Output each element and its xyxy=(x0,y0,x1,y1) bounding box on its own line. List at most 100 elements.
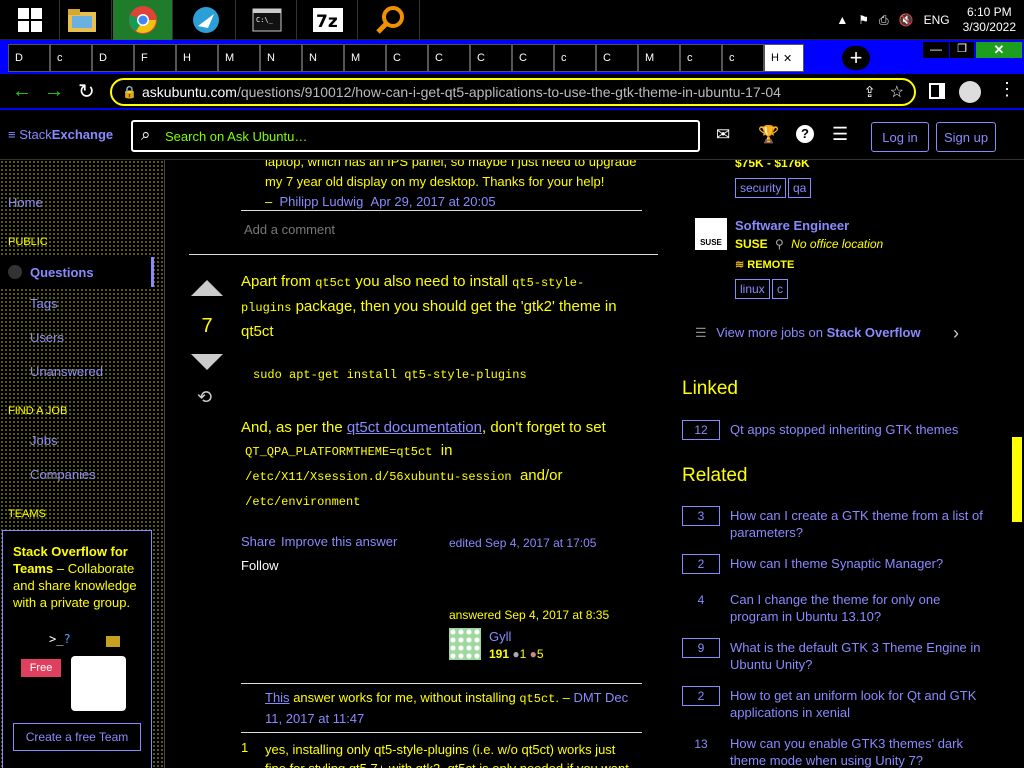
browser-tab-active[interactable]: H ✕ xyxy=(764,44,804,72)
chevron-right-icon[interactable]: › xyxy=(953,323,959,344)
browser-tab[interactable]: c xyxy=(50,44,92,72)
browser-tab[interactable]: N xyxy=(302,44,344,72)
view-more-jobs-link[interactable]: ☰ View more jobs on Stack Overflow xyxy=(695,325,921,341)
nav-questions[interactable]: Questions xyxy=(0,257,154,287)
linked-question[interactable]: Qt apps stopped inheriting GTK themes xyxy=(730,421,1005,438)
site-search-input[interactable]: ⌕ Search on Ask Ubuntu… xyxy=(131,120,700,152)
nav-tags[interactable]: Tags xyxy=(30,296,57,311)
browser-tab[interactable]: N xyxy=(260,44,302,72)
browser-tab[interactable]: F xyxy=(134,44,176,72)
browser-tab[interactable]: M xyxy=(638,44,680,72)
close-window-button[interactable]: ✕ xyxy=(976,42,1022,58)
linked-count[interactable]: 12 xyxy=(682,420,720,440)
browser-tab[interactable]: c xyxy=(722,44,764,72)
chevron-up-icon[interactable]: ▲ xyxy=(836,13,848,27)
browser-menu-icon[interactable]: ⋮ xyxy=(998,79,1016,100)
nav-users[interactable]: Users xyxy=(30,330,64,345)
edited-link[interactable]: edited Sep 4, 2017 at 17:05 xyxy=(449,536,596,550)
browser-tab[interactable]: C xyxy=(470,44,512,72)
help-icon[interactable]: ? xyxy=(796,125,814,143)
related-count[interactable]: 4 xyxy=(682,590,720,610)
browser-tab[interactable]: C xyxy=(596,44,638,72)
comment-author[interactable]: DMT Dec xyxy=(573,690,628,705)
related-question[interactable]: How can you enable GTK3 themes' dark them… xyxy=(730,735,1005,768)
related-question[interactable]: How can I theme Synaptic Manager? xyxy=(730,555,1005,572)
url-field[interactable]: 🔒 askubuntu.com/questions/910012/how-can… xyxy=(110,78,916,106)
add-comment-link[interactable]: Add a comment xyxy=(244,222,335,237)
flag-icon[interactable]: ⚑ xyxy=(858,13,869,27)
related-question[interactable]: Can I change the theme for only one progr… xyxy=(730,591,1005,625)
minimize-button[interactable]: — xyxy=(923,42,949,58)
maximize-button[interactable]: ❐ xyxy=(950,42,974,58)
search-app[interactable] xyxy=(360,0,420,40)
qt5ct-docs-link[interactable]: qt5ct documentation xyxy=(347,419,482,436)
clock[interactable]: 6:10 PM 3/30/2022 xyxy=(963,5,1016,35)
scrollbar-thumb[interactable] xyxy=(1012,437,1022,522)
nav-companies[interactable]: Companies xyxy=(30,467,96,482)
nav-home[interactable]: Home xyxy=(8,195,43,210)
sidebar-toggle-icon[interactable] xyxy=(929,83,945,99)
login-button[interactable]: Log in xyxy=(871,122,929,152)
network-icon[interactable]: ⎙ xyxy=(879,13,889,28)
related-question[interactable]: How can I create a GTK theme from a list… xyxy=(730,507,1005,541)
browser-tab[interactable]: H xyxy=(176,44,218,72)
signup-button[interactable]: Sign up xyxy=(936,122,996,152)
browser-tab[interactable]: M xyxy=(218,44,260,72)
related-question[interactable]: What is the default GTK 3 Theme Engine i… xyxy=(730,639,1005,673)
tag-linux[interactable]: linux xyxy=(735,279,770,299)
volume-muted-icon[interactable]: 🔇 xyxy=(899,13,914,27)
nav-jobs[interactable]: Jobs xyxy=(30,433,57,448)
history-icon[interactable]: ⟲ xyxy=(197,387,212,408)
related-count[interactable]: 2 xyxy=(682,686,720,706)
comment-author[interactable]: Philipp Ludwig xyxy=(279,194,363,209)
trophy-icon[interactable]: 🏆 xyxy=(758,125,779,145)
site-switcher-icon[interactable]: ☰ xyxy=(832,124,848,145)
user-name[interactable]: Gyll xyxy=(489,629,511,644)
comment-link[interactable]: This xyxy=(265,690,290,705)
bookmark-star-icon[interactable]: ☆ xyxy=(890,82,904,102)
browser-tab[interactable]: c xyxy=(680,44,722,72)
browser-tab[interactable]: c xyxy=(554,44,596,72)
file-explorer-app[interactable] xyxy=(52,0,112,40)
inbox-icon[interactable]: ✉ xyxy=(716,125,730,145)
related-count[interactable]: 2 xyxy=(682,554,720,574)
new-tab-button[interactable]: + xyxy=(842,45,870,70)
browser-tab[interactable]: C xyxy=(386,44,428,72)
share-link[interactable]: Share xyxy=(241,534,276,549)
improve-answer-link[interactable]: Improve this answer xyxy=(281,534,397,549)
job-title[interactable]: Software Engineer xyxy=(735,218,849,233)
terminal-app[interactable]: C:\_ xyxy=(237,0,297,40)
reload-icon[interactable]: ↻ xyxy=(78,79,95,104)
stackexchange-logo[interactable]: ≡ StackExchange xyxy=(8,127,113,142)
browser-tab[interactable]: C xyxy=(512,44,554,72)
browser-tab[interactable]: C xyxy=(428,44,470,72)
comment-date[interactable]: 11, 2017 at 11:47 xyxy=(265,709,645,728)
downvote-button[interactable] xyxy=(191,354,223,370)
tag-c[interactable]: c xyxy=(772,279,788,299)
profile-avatar-icon[interactable] xyxy=(959,81,981,103)
chrome-app[interactable] xyxy=(113,0,173,40)
create-team-button[interactable]: Create a free Team xyxy=(13,723,141,751)
tag-security[interactable]: security xyxy=(735,178,787,198)
language-indicator[interactable]: ENG xyxy=(924,13,950,27)
browser-tab[interactable]: D xyxy=(92,44,134,72)
browser-tab[interactable]: M xyxy=(344,44,386,72)
tag-qa[interactable]: qa xyxy=(788,178,812,198)
forward-arrow-icon[interactable]: → xyxy=(44,80,64,103)
related-count[interactable]: 9 xyxy=(682,638,720,658)
comment-date[interactable]: Apr 29, 2017 at 20:05 xyxy=(371,194,496,209)
related-count[interactable]: 3 xyxy=(682,506,720,526)
user-avatar[interactable] xyxy=(449,628,481,660)
start-button[interactable] xyxy=(0,0,60,40)
related-question[interactable]: How to get an uniform look for Qt and GT… xyxy=(730,687,1005,721)
related-count[interactable]: 13 xyxy=(682,734,720,754)
browser-tab[interactable]: D xyxy=(8,44,50,72)
follow-link[interactable]: Follow xyxy=(241,558,279,573)
back-arrow-icon[interactable]: ← xyxy=(12,80,32,103)
maps-app[interactable] xyxy=(176,0,236,40)
upvote-button[interactable] xyxy=(191,280,223,296)
7zip-app[interactable]: 7z xyxy=(298,0,358,40)
share-icon[interactable]: ⇪ xyxy=(863,83,876,101)
close-tab-icon[interactable]: ✕ xyxy=(783,52,792,65)
nav-unanswered[interactable]: Unanswered xyxy=(30,364,103,379)
